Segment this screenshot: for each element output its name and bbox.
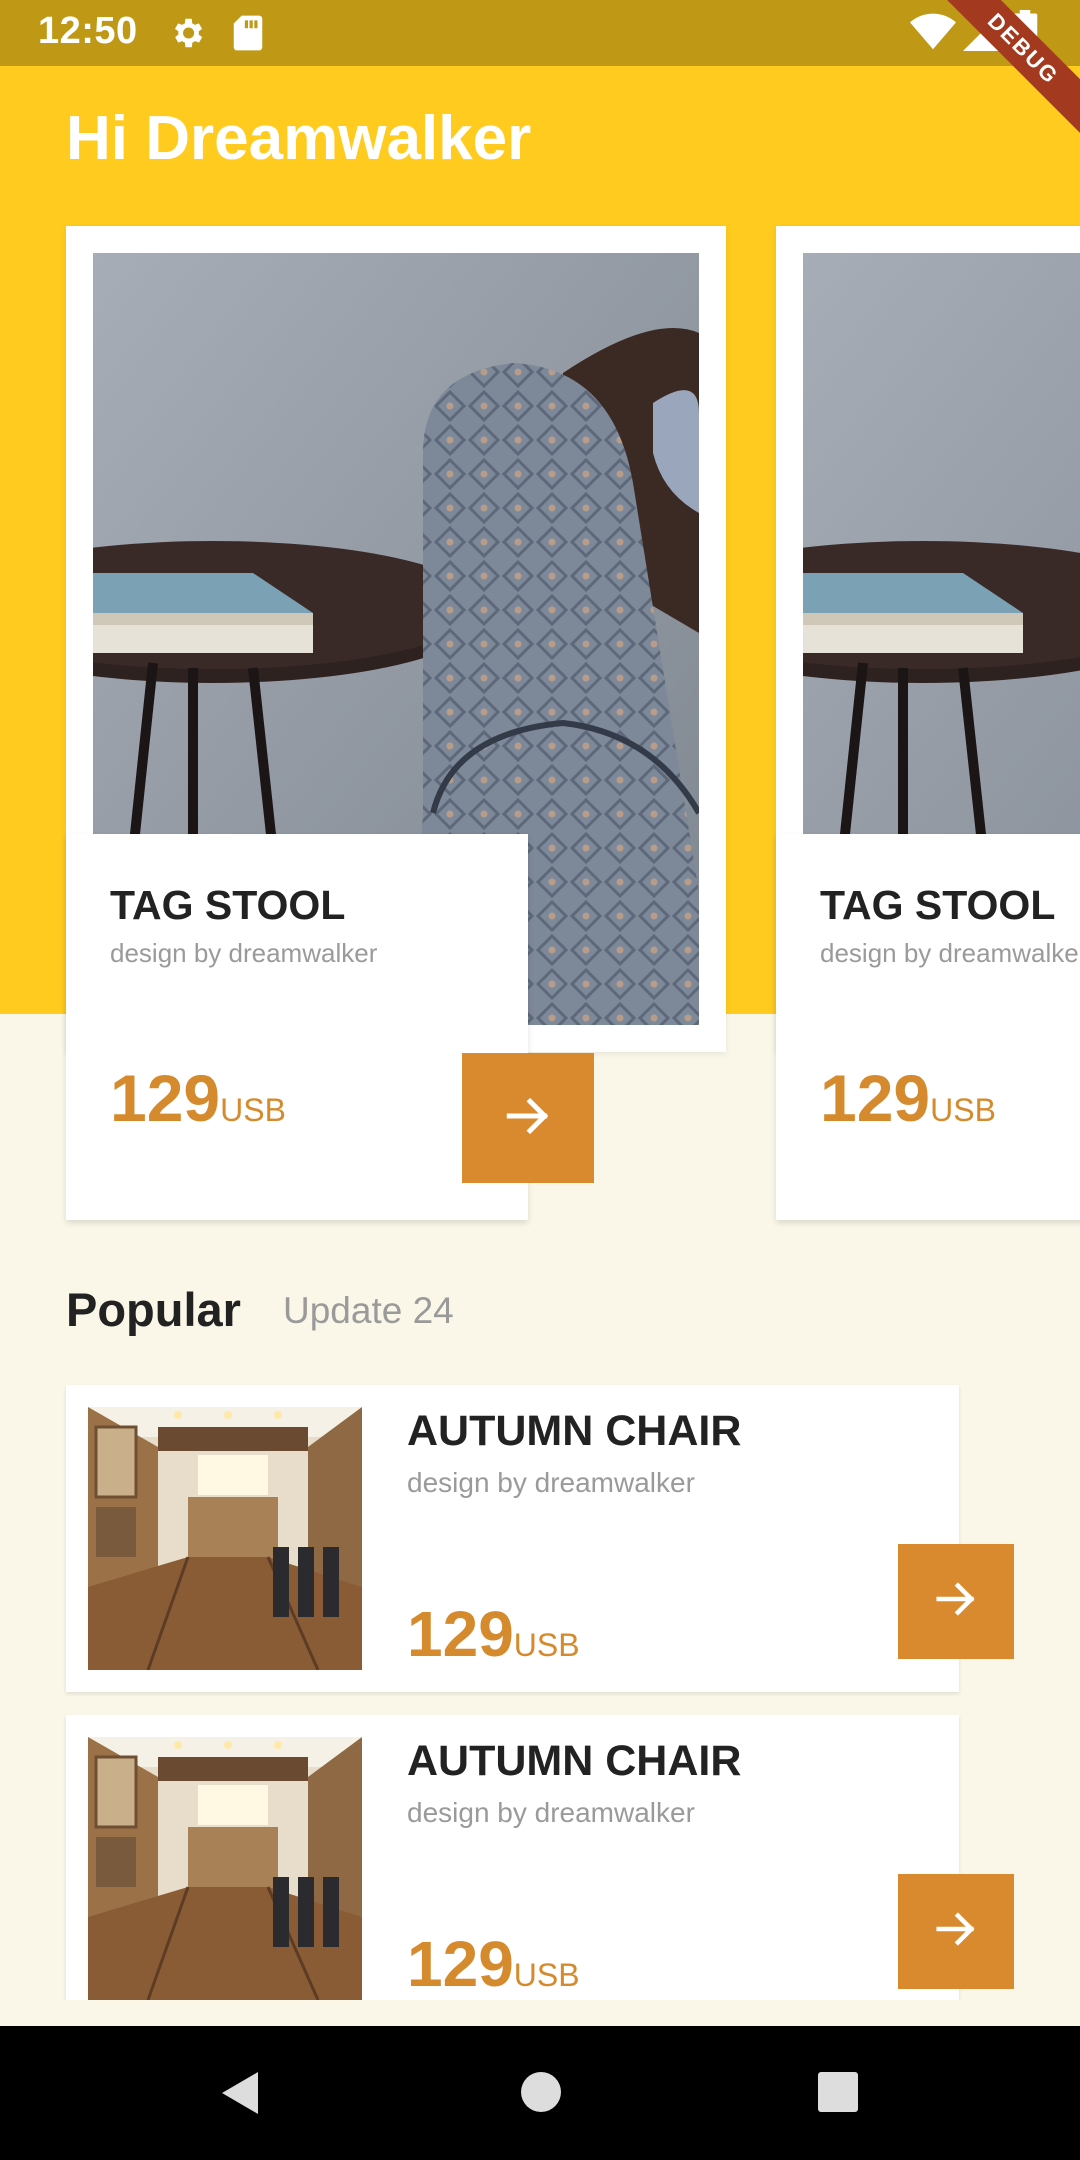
status-time: 12:50 (38, 10, 138, 52)
view-product-button[interactable] (898, 1874, 1014, 1989)
product-title: AUTUMN CHAIR (407, 1407, 742, 1455)
price-currency: USB (220, 1092, 286, 1128)
view-product-button[interactable] (898, 1544, 1014, 1659)
featured-card[interactable]: TAG STOOL design by dreamwalker 129USB (776, 226, 1080, 1220)
wifi-icon (910, 12, 956, 57)
price-currency: USB (513, 1627, 580, 1663)
product-thumbnail (88, 1737, 362, 2000)
price-value: 129 (407, 1598, 514, 1670)
arrow-right-icon (933, 1576, 979, 1627)
price-value: 129 (110, 1061, 221, 1135)
back-icon[interactable] (218, 2068, 262, 2123)
product-thumbnail (88, 1407, 362, 1670)
product-info-card: TAG STOOL design by dreamwalker 129USB (66, 834, 528, 1220)
price-value: 129 (820, 1061, 931, 1135)
list-item[interactable]: AUTUMN CHAIR design by dreamwalker 129US… (66, 1385, 959, 1692)
list-item[interactable]: AUTUMN CHAIR design by dreamwalker 129US… (66, 1715, 959, 2022)
settings-icon (168, 14, 206, 57)
product-designer: design by dreamwalker (820, 938, 1080, 968)
update-count: Update 24 (283, 1290, 454, 1331)
product-price: 129USB (407, 1927, 580, 2001)
sd-card-icon (232, 14, 264, 57)
product-price: 129USB (110, 1060, 286, 1136)
section-title: Popular (66, 1283, 241, 1336)
product-price: 129USB (820, 1060, 996, 1136)
product-price: 129USB (407, 1597, 580, 1671)
page-title: Hi Dreamwalker (66, 104, 532, 173)
product-title: AUTUMN CHAIR (407, 1737, 742, 1785)
recents-icon[interactable] (817, 2071, 859, 2118)
price-currency: USB (513, 1957, 580, 1993)
status-bar: 12:50 (0, 0, 1080, 66)
price-value: 129 (407, 1928, 514, 2000)
view-product-button[interactable] (462, 1053, 594, 1183)
product-title: TAG STOOL (110, 882, 346, 928)
home-icon[interactable] (520, 2071, 562, 2118)
arrow-right-icon (933, 1906, 979, 1957)
arrow-right-icon (503, 1091, 553, 1146)
product-info-card: TAG STOOL design by dreamwalker 129USB (776, 834, 1080, 1220)
featured-card[interactable]: TAG STOOL design by dreamwalker 129USB (66, 226, 726, 1220)
app-screen: 12:50 DEBUG Hi Dreamwalker TAG STOOL des… (0, 0, 1080, 2160)
product-designer: design by dreamwalker (407, 1797, 695, 1828)
list-bottom-fade (0, 2000, 1080, 2026)
product-designer: design by dreamwalker (407, 1467, 695, 1498)
price-currency: USB (930, 1092, 996, 1128)
product-title: TAG STOOL (820, 882, 1056, 928)
product-designer: design by dreamwalker (110, 938, 378, 968)
